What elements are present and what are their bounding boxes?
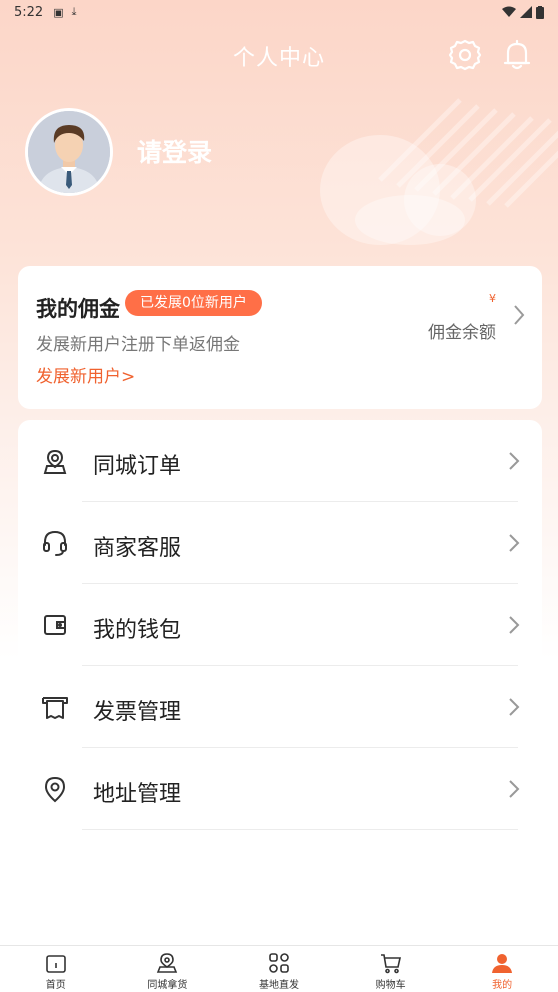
menu-list: 同城订单 商家客服 我的钱包 发票管理 地址管理: [18, 420, 542, 840]
new-users-badge: 已发展0位新用户: [125, 290, 262, 316]
chevron-right-icon: [509, 534, 520, 552]
bell-icon[interactable]: [500, 38, 534, 72]
person-avatar-icon: [28, 111, 110, 193]
tab-label: 购物车: [375, 980, 406, 991]
pickup-icon: [157, 953, 178, 973]
gear-icon[interactable]: [448, 38, 482, 72]
grid-icon: [269, 953, 289, 973]
cart-icon: [380, 954, 401, 974]
signal-icon: [520, 6, 532, 18]
chevron-right-icon: [514, 305, 525, 325]
menu-item-address[interactable]: 地址管理: [18, 748, 542, 830]
commission-title: 我的佣金: [36, 297, 120, 321]
menu-item-label: 地址管理: [93, 782, 182, 807]
develop-users-link[interactable]: 发展新用户>: [36, 362, 135, 387]
menu-item-local-orders[interactable]: 同城订单: [18, 420, 542, 502]
profile-icon: [492, 954, 513, 973]
tab-home[interactable]: 首页: [0, 946, 112, 992]
wallet-icon: [44, 615, 66, 635]
login-link[interactable]: 请登录: [137, 133, 212, 169]
tab-label: 我的: [492, 980, 513, 991]
status-time: 5:22: [14, 4, 44, 20]
chevron-right-icon: [509, 698, 520, 716]
menu-item-label: 我的钱包: [93, 618, 182, 643]
status-bar: 5:22 ▣ ⤓: [0, 0, 558, 24]
menu-item-label: 商家客服: [93, 536, 182, 561]
status-right: [502, 5, 544, 19]
menu-item-label: 发票管理: [93, 700, 182, 725]
chevron-right-icon: [509, 452, 520, 470]
commission-description: 发展新用户注册下单返佣金: [36, 335, 240, 355]
menu-item-invoice[interactable]: 发票管理: [18, 666, 542, 748]
tab-base-direct[interactable]: 基地直发: [223, 946, 335, 992]
download-icon: ⤓: [71, 5, 77, 18]
tab-cart[interactable]: 购物车: [335, 946, 447, 992]
tab-label: 基地直发: [258, 980, 299, 991]
tab-mine[interactable]: 我的: [446, 946, 558, 992]
menu-item-wallet[interactable]: 我的钱包: [18, 584, 542, 666]
commission-card[interactable]: 我的佣金 已发展0位新用户 发展新用户注册下单返佣金 发展新用户> ¥ 佣金余额: [18, 266, 542, 409]
chevron-right-icon: [509, 780, 520, 798]
battery-icon: [536, 5, 544, 19]
chevron-right-icon: [509, 616, 520, 634]
bottom-tab-bar: 首页 同城拿货 基地直发 购物车 我的: [0, 945, 558, 992]
location-person-icon: [43, 449, 67, 474]
menu-item-label: 同城订单: [93, 454, 182, 479]
wifi-icon: [502, 6, 516, 17]
notification-a-icon: ▣: [53, 5, 64, 19]
tab-label: 同城拿货: [147, 980, 188, 991]
avatar[interactable]: [25, 108, 113, 196]
invoice-icon: [42, 697, 68, 719]
currency-symbol: ¥: [489, 292, 496, 305]
location-pin-icon: [44, 776, 66, 803]
menu-item-customer-service[interactable]: 商家客服: [18, 502, 542, 584]
home-icon: [45, 955, 66, 973]
tab-label: 首页: [45, 980, 66, 991]
commission-balance-label: 佣金余额: [428, 323, 496, 343]
headset-icon: [43, 530, 67, 556]
tab-local-pickup[interactable]: 同城拿货: [112, 946, 224, 992]
divider: [82, 829, 518, 830]
